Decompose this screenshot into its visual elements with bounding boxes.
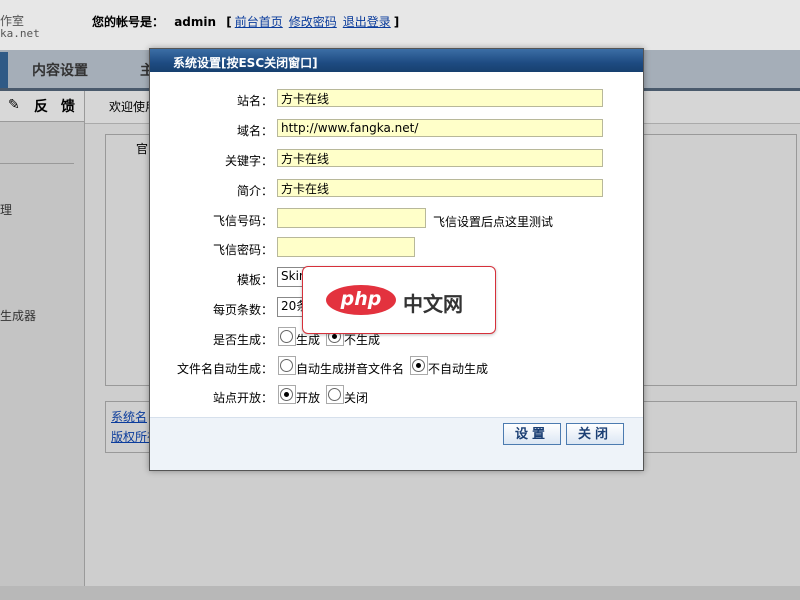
label-site-open: 站点开放： [212, 391, 273, 405]
account-bar: 您的帐号是： admin [前台首页 修改密码 退出登录] [92, 13, 399, 30]
label-filename-auto: 文件名自动生成： [176, 362, 273, 376]
radio-no-auto[interactable] [412, 359, 425, 372]
label-keywords: 关键字： [224, 154, 273, 168]
domain-input[interactable] [277, 119, 603, 137]
radio-auto-pinyin-label[interactable]: 自动生成拼音文件名 [296, 360, 404, 377]
top-header: 作室 ka.net 您的帐号是： admin [前台首页 修改密码 退出登录] [0, 0, 800, 50]
dialog-title-bar[interactable]: 系统设置[按ESC关闭窗口] [150, 49, 643, 72]
dialog-title: 系统设置[按ESC关闭窗口] [173, 56, 318, 70]
intro-input[interactable] [277, 179, 603, 197]
php-logo-oval: php [326, 285, 396, 315]
label-generate: 是否生成： [212, 333, 273, 347]
fetion-password-input[interactable] [277, 237, 415, 257]
radio-site-closed-label[interactable]: 关闭 [344, 389, 368, 406]
account-username: admin [174, 15, 217, 29]
radio-no-auto-label[interactable]: 不自动生成 [428, 360, 488, 377]
label-site-name: 站名： [236, 94, 273, 108]
link-logout[interactable]: 退出登录 [343, 15, 391, 29]
label-per-page: 每页条数： [212, 303, 273, 317]
sidebar-item-generator[interactable]: 生成器 [0, 307, 36, 324]
divider [0, 163, 74, 164]
feedback-bar[interactable]: ✎ 反 馈 [0, 91, 84, 122]
bracket-open: [ [226, 15, 232, 29]
label-domain: 域名： [236, 124, 273, 138]
site-name-input[interactable] [277, 89, 603, 107]
radio-auto-pinyin[interactable] [280, 359, 293, 372]
radio-site-open-label[interactable]: 开放 [296, 389, 320, 406]
fetion-test-link[interactable]: 飞信设置后点这里测试 [433, 213, 553, 230]
close-button[interactable]: 关闭 [566, 423, 624, 445]
php-logo-cn-text: 中文网 [403, 292, 463, 316]
feedback-label: 反 馈 [34, 99, 79, 115]
link-change-password[interactable]: 修改密码 [289, 15, 337, 29]
label-fetion-number: 飞信号码： [212, 214, 273, 228]
account-label: 您的帐号是： [92, 15, 165, 29]
brand-domain: ka.net [0, 27, 40, 40]
sidebar-item-manage[interactable]: 理 [0, 201, 12, 218]
settings-dialog: 系统设置[按ESC关闭窗口] 站名： 域名： 关键字： 简介： 飞信号码： 飞信… [149, 48, 644, 471]
status-bar [0, 586, 800, 600]
nav-tab-active-edge [0, 52, 8, 88]
edit-icon: ✎ [8, 97, 20, 113]
tab-content-settings[interactable]: 内容设置 [32, 60, 88, 80]
radio-generate[interactable] [280, 330, 293, 343]
keywords-input[interactable] [277, 149, 603, 167]
radio-site-closed[interactable] [328, 388, 341, 401]
php-cn-watermark-logo: php 中文网 [302, 266, 496, 334]
label-template: 模板： [236, 273, 273, 287]
radio-site-open[interactable] [280, 388, 293, 401]
save-button[interactable]: 设置 [503, 423, 561, 445]
bracket-close: ] [393, 15, 400, 29]
panel-title: 官 [136, 142, 149, 156]
fetion-number-input[interactable] [277, 208, 426, 228]
info-link-system[interactable]: 系统名 [111, 408, 147, 425]
label-intro: 简介： [236, 184, 273, 198]
label-fetion-password: 飞信密码： [212, 243, 273, 257]
sidebar: ✎ 反 馈 理 生成器 [0, 91, 85, 600]
link-frontpage[interactable]: 前台首页 [235, 15, 283, 29]
